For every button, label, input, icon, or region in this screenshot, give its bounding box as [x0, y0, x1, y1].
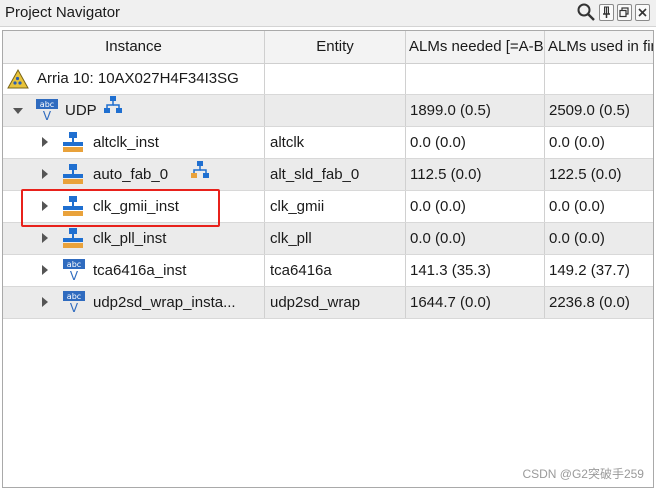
- alms-needed-cell: 1644.7 (0.0): [406, 287, 545, 318]
- entity-cell: [265, 95, 406, 126]
- entity-cell: clk_pll: [265, 223, 406, 254]
- module-icon: [62, 132, 84, 154]
- svg-text:abc: abc: [67, 260, 81, 269]
- instance-cell: clk_pll_inst: [3, 223, 265, 254]
- device-warning-icon: [7, 68, 29, 91]
- alms-used-cell: 0.0 (0.0): [549, 198, 605, 215]
- entity-cell: tca6416a: [265, 255, 406, 286]
- alms-used-cell: 2509.0 (0.5): [549, 102, 630, 119]
- collapse-arrow-icon[interactable]: [13, 108, 23, 114]
- instance-cell: abc V UDP: [3, 95, 265, 126]
- svg-text:V: V: [70, 301, 79, 314]
- instance-label: UDP: [65, 102, 97, 119]
- alms-used-cell: 122.5 (0.0): [549, 166, 622, 183]
- table-row[interactable]: auto_fab_0 alt_sld_fab_0 112.5 (0.0) 122…: [3, 159, 653, 191]
- alms-used-cell: 149.2 (37.7): [549, 262, 630, 279]
- close-icon[interactable]: [635, 3, 650, 21]
- alms-needed-cell: 141.3 (35.3): [406, 255, 545, 286]
- instance-label: clk_pll_inst: [93, 230, 167, 247]
- svg-text:abc: abc: [67, 292, 81, 301]
- instance-cell: auto_fab_0: [3, 159, 265, 190]
- expand-arrow-icon[interactable]: [42, 169, 48, 179]
- alms-used-cell: 2236.8 (0.0): [549, 294, 630, 311]
- table-row[interactable]: clk_pll_inst clk_pll 0.0 (0.0) 0.0 (0.0): [3, 223, 653, 255]
- device-row[interactable]: Arria 10: 10AX027H4F34I3SG: [3, 63, 653, 95]
- hierarchy-icon: [189, 160, 211, 182]
- hierarchy-table: Instance Entity ALMs needed [=A-B+C] ALM…: [2, 30, 654, 488]
- search-icon[interactable]: [576, 2, 596, 22]
- alms-needed-cell: 0.0 (0.0): [406, 127, 545, 158]
- restore-icon[interactable]: [617, 3, 632, 21]
- alms-needed-cell: 1899.0 (0.5): [406, 95, 545, 126]
- module-icon: [62, 228, 84, 250]
- table-header: Instance Entity ALMs needed [=A-B+C] ALM…: [3, 31, 653, 64]
- abc-v-icon: abc V: [62, 290, 85, 315]
- module-icon: [62, 164, 84, 186]
- abc-v-icon: abc V: [62, 258, 85, 283]
- device-n2: [545, 63, 653, 94]
- svg-text:abc: abc: [40, 100, 54, 109]
- instance-label: udp2sd_wrap_insta...: [93, 294, 236, 311]
- window-title: Project Navigator: [5, 4, 121, 21]
- title-bar-icons: [576, 2, 650, 22]
- expand-arrow-icon[interactable]: [42, 297, 48, 307]
- pin-icon[interactable]: [599, 3, 614, 21]
- hierarchy-icon: [103, 95, 125, 117]
- alms-needed-cell: 0.0 (0.0): [406, 191, 545, 222]
- expand-arrow-icon[interactable]: [42, 265, 48, 275]
- entity-cell: altclk: [265, 127, 406, 158]
- abc-v-icon: abc V: [35, 98, 58, 123]
- entity-cell: udp2sd_wrap: [265, 287, 406, 318]
- table-row[interactable]: abc V UDP 1899.0 (0.5) 2509.0 (0.5): [3, 95, 653, 127]
- alms-needed-cell: 112.5 (0.0): [406, 159, 545, 190]
- entity-cell: alt_sld_fab_0: [265, 159, 406, 190]
- svg-text:V: V: [43, 109, 52, 122]
- table-row[interactable]: abc V tca6416a_inst tca6416a 141.3 (35.3)…: [3, 255, 653, 287]
- instance-cell: abc V tca6416a_inst: [3, 255, 265, 286]
- watermark: CSDN @G2突破手259: [522, 467, 644, 481]
- svg-text:V: V: [70, 269, 79, 282]
- device-entity: [265, 63, 406, 94]
- title-bar: Project Navigator: [0, 0, 656, 27]
- highlight-box: [21, 189, 220, 227]
- table-row[interactable]: abc V udp2sd_wrap_insta... udp2sd_wrap 16…: [3, 287, 653, 319]
- instance-label: tca6416a_inst: [93, 262, 187, 279]
- entity-cell: clk_gmii: [265, 191, 406, 222]
- device-label: Arria 10: 10AX027H4F34I3SG: [37, 70, 239, 87]
- alms-used-cell: 0.0 (0.0): [549, 134, 605, 151]
- header-alms-needed[interactable]: ALMs needed [=A-B+C]: [406, 31, 545, 63]
- alms-used-cell: 0.0 (0.0): [549, 230, 605, 247]
- header-alms-used[interactable]: ALMs used in final placement: [545, 31, 653, 63]
- header-entity[interactable]: Entity: [265, 31, 406, 63]
- expand-arrow-icon[interactable]: [42, 137, 48, 147]
- instance-cell: altclk_inst: [3, 127, 265, 158]
- device-n1: [406, 63, 545, 94]
- header-instance[interactable]: Instance: [3, 31, 265, 63]
- instance-cell: abc V udp2sd_wrap_insta...: [3, 287, 265, 318]
- table-row[interactable]: altclk_inst altclk 0.0 (0.0) 0.0 (0.0): [3, 127, 653, 159]
- device-cell: Arria 10: 10AX027H4F34I3SG: [3, 63, 265, 94]
- alms-needed-cell: 0.0 (0.0): [406, 223, 545, 254]
- expand-arrow-icon[interactable]: [42, 233, 48, 243]
- instance-label: auto_fab_0: [93, 166, 169, 183]
- instance-label: altclk_inst: [93, 134, 159, 151]
